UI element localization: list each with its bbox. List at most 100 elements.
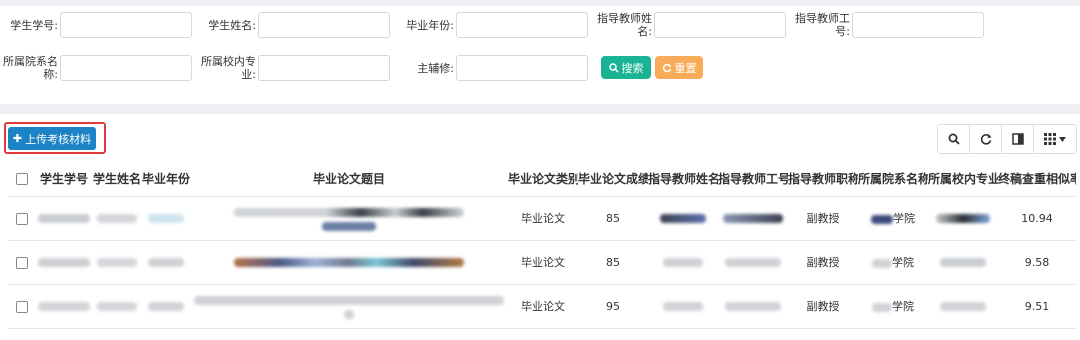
advisor-name-input[interactable]	[654, 12, 786, 38]
refresh-icon	[980, 134, 991, 145]
col-header-student-id[interactable]: 学生学号	[36, 162, 92, 197]
upload-button-label: 上传考核材料	[25, 132, 92, 146]
reset-button[interactable]: 重置	[655, 56, 703, 79]
advisor-name-label: 指导教师姓 名:	[597, 12, 652, 38]
redacted-student-name	[97, 258, 137, 267]
dept-suffix: 学院	[892, 300, 914, 313]
redacted-advisor-name	[663, 258, 703, 267]
redacted-major	[936, 214, 990, 223]
toolbar-search-button[interactable]	[938, 125, 970, 153]
student-name-label: 学生姓名:	[208, 18, 256, 32]
similarity-value: 9.51	[998, 284, 1076, 329]
search-button[interactable]: 搜索	[601, 56, 651, 79]
major-label: 所属校内专 业:	[201, 55, 256, 81]
thesis-score: 85	[578, 196, 648, 241]
col-header-advisor-title[interactable]: 指导教师职称	[788, 162, 858, 197]
refresh-icon	[662, 63, 671, 72]
redacted-student-id	[38, 302, 90, 311]
filter-student-name: 学生姓名:	[198, 12, 390, 38]
table-row[interactable]: 毕业论文 95 副教授 学院 9.51	[8, 284, 1076, 329]
row-checkbox[interactable]	[16, 256, 28, 269]
redacted-student-name	[97, 302, 137, 311]
advisor-title: 副教授	[788, 240, 858, 285]
redacted-thesis-title	[234, 258, 464, 267]
filter-student-id: 学生学号:	[0, 12, 192, 38]
dept-suffix: 学院	[893, 212, 915, 225]
col-header-student-name[interactable]: 学生姓名	[92, 162, 142, 197]
minor-label: 主辅修:	[417, 61, 454, 75]
similarity-value: 9.58	[998, 240, 1076, 285]
filter-grad-year: 毕业年份:	[396, 12, 588, 38]
redacted-grad-year	[148, 258, 184, 267]
dept-label: 所属院系名 称:	[3, 55, 58, 81]
search-icon	[608, 62, 619, 73]
redacted-grad-year	[148, 214, 184, 223]
grad-year-input[interactable]	[456, 12, 588, 38]
col-header-major[interactable]: 所属校内专业	[928, 162, 998, 197]
select-all-cell[interactable]	[8, 162, 36, 197]
table-row[interactable]: 毕业论文 85 副教授 学院 9.58	[8, 240, 1076, 285]
redacted-student-id	[38, 214, 90, 223]
toolbar-grid-menu-button[interactable]	[1034, 125, 1076, 153]
student-id-label: 学生学号:	[10, 18, 58, 32]
dept-input[interactable]	[60, 55, 192, 81]
redacted-thesis-title-line2	[322, 222, 376, 231]
thesis-category: 毕业论文	[508, 240, 578, 285]
minor-input[interactable]	[456, 55, 588, 81]
select-all-checkbox[interactable]	[16, 173, 28, 186]
grad-year-label: 毕业年份:	[406, 18, 454, 32]
redacted-grad-year	[148, 302, 184, 311]
student-name-input[interactable]	[258, 12, 390, 38]
col-header-advisor-name[interactable]: 指导教师姓名	[648, 162, 718, 197]
row-checkbox[interactable]	[16, 212, 28, 225]
student-id-input[interactable]	[60, 12, 192, 38]
redacted-major	[940, 302, 986, 311]
col-header-thesis-category[interactable]: 毕业论文类别	[508, 162, 578, 197]
filter-major: 所属校内专 业:	[198, 55, 390, 81]
redacted-advisor-name	[660, 214, 706, 223]
search-button-label: 搜索	[621, 61, 644, 75]
col-header-thesis-title[interactable]: 毕业论文题目	[190, 162, 508, 197]
redacted-student-id	[38, 258, 90, 267]
redacted-thesis-title	[234, 207, 464, 217]
col-header-similarity[interactable]: 终稿查重相似率	[998, 162, 1076, 197]
col-header-dept[interactable]: 所属院系名称	[858, 162, 928, 197]
table-header-row: 学生学号 学生姓名 毕业年份 毕业论文题目 毕业论文类别 毕业论文成绩 指导教师…	[8, 162, 1076, 197]
thesis-category: 毕业论文	[508, 284, 578, 329]
redacted-student-name	[97, 214, 137, 223]
row-checkbox[interactable]	[16, 300, 28, 313]
dept-suffix: 学院	[892, 256, 914, 269]
redacted-thesis-title-line2	[344, 310, 354, 319]
filter-minor: 主辅修:	[396, 55, 588, 81]
grid-icon	[1044, 133, 1056, 145]
upload-button[interactable]: ✚ 上传考核材料	[8, 127, 96, 150]
advisor-title: 副教授	[788, 284, 858, 329]
col-header-advisor-id[interactable]: 指导教师工号	[718, 162, 788, 197]
plus-icon: ✚	[12, 132, 23, 145]
redacted-advisor-name	[663, 302, 703, 311]
reset-button-label: 重置	[674, 61, 697, 75]
col-header-grad-year[interactable]: 毕业年份	[142, 162, 190, 197]
toolbar-refresh-button[interactable]	[970, 125, 1002, 153]
redacted-thesis-title	[194, 295, 504, 305]
col-header-thesis-score[interactable]: 毕业论文成绩	[578, 162, 648, 197]
thesis-score: 85	[578, 240, 648, 285]
filter-panel: 学生学号: 学生姓名: 毕业年份: 指导教师姓 名: 指导教师工 号: 所属院系名称…	[0, 6, 1080, 104]
search-icon	[948, 133, 960, 145]
major-input[interactable]	[258, 55, 390, 81]
advisor-id-input[interactable]	[852, 12, 984, 38]
redacted-advisor-id	[723, 214, 783, 223]
filter-advisor-name: 指导教师姓 名:	[594, 12, 786, 38]
redacted-major	[940, 258, 986, 267]
filter-advisor-id: 指导教师工 号:	[792, 12, 984, 38]
toolbar-columns-toggle-button[interactable]	[1002, 125, 1034, 153]
redacted-advisor-id	[725, 302, 781, 311]
thesis-category: 毕业论文	[508, 196, 578, 241]
filter-dept: 所属院系名 称:	[0, 55, 192, 81]
table-toolbar	[937, 124, 1077, 154]
redacted-dept-prefix	[872, 258, 892, 268]
section-separator	[0, 104, 1080, 114]
table-row[interactable]: 毕业论文 85 副教授 学院 10.94	[8, 196, 1076, 241]
redacted-dept-prefix	[872, 302, 892, 312]
redacted-dept-prefix	[871, 214, 893, 224]
